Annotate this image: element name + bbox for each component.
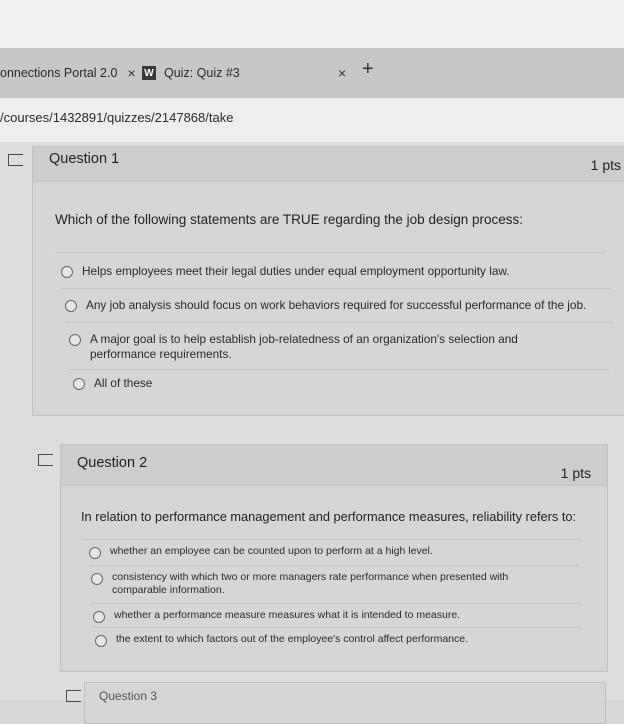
tab-quiz-close[interactable]: ×	[328, 56, 346, 90]
close-icon[interactable]: ×	[127, 65, 135, 81]
tab-quiz[interactable]: W Quiz: Quiz #3	[142, 56, 240, 90]
tab-connections-portal[interactable]: onnections Portal 2.0 ×	[0, 56, 136, 90]
new-tab-button[interactable]: +	[362, 58, 374, 81]
canvas-logo-icon: W	[142, 66, 156, 80]
answer-label: whether an employee can be counted upon …	[110, 545, 433, 557]
flag-icon[interactable]	[8, 154, 23, 166]
divider	[91, 603, 581, 604]
flag-icon[interactable]	[66, 690, 81, 702]
answer-option[interactable]: Any job analysis should focus on work be…	[65, 298, 605, 313]
radio-button[interactable]	[73, 378, 85, 390]
answer-label: Any job analysis should focus on work be…	[86, 298, 587, 312]
answer-label: consistency with which two or more manag…	[112, 571, 509, 596]
question-points: 1 pts	[590, 157, 621, 173]
answer-option[interactable]: the extent to which factors out of the e…	[95, 633, 468, 647]
answer-label: the extent to which factors out of the e…	[116, 633, 469, 645]
flag-icon[interactable]	[38, 454, 53, 466]
divider	[81, 539, 581, 540]
question-title: Question 3	[99, 689, 158, 703]
tab-label: onnections Portal 2.0	[0, 66, 118, 80]
answer-label: A major goal is to help establish job-re…	[90, 332, 518, 361]
question-text: In relation to performance management an…	[81, 509, 577, 524]
radio-button[interactable]	[95, 635, 107, 647]
radio-button[interactable]	[91, 573, 103, 585]
divider	[55, 252, 605, 253]
question-card: Question 2 1 pts In relation to performa…	[60, 444, 608, 672]
answer-label: Helps employees meet their legal duties …	[82, 264, 510, 278]
answer-option[interactable]: A major goal is to help establish job-re…	[69, 332, 569, 362]
radio-button[interactable]	[65, 300, 77, 312]
divider	[61, 288, 611, 289]
question-text: Which of the following statements are TR…	[55, 212, 523, 227]
question-card: Question 3	[84, 682, 606, 724]
question-header: Question 1 1 pts	[33, 147, 624, 182]
url-text: /courses/1432891/quizzes/2147868/take	[0, 110, 234, 125]
radio-button[interactable]	[69, 334, 81, 346]
question-header: Question 2 1 pts	[61, 445, 607, 486]
close-icon[interactable]: ×	[338, 65, 346, 81]
quiz-content: Question 1 1 pts Which of the following …	[0, 142, 624, 724]
divider	[89, 565, 579, 566]
question-card: Question 1 1 pts Which of the following …	[32, 146, 624, 416]
answer-option[interactable]: All of these	[73, 376, 152, 391]
window-top	[0, 0, 624, 48]
divider	[69, 369, 609, 370]
answer-label: All of these	[94, 376, 153, 390]
answer-option[interactable]: whether a performance measure measures w…	[93, 609, 460, 623]
question-title: Question 2	[77, 455, 148, 471]
radio-button[interactable]	[61, 266, 73, 278]
tab-strip: onnections Portal 2.0 × W Quiz: Quiz #3 …	[0, 48, 624, 98]
answer-option[interactable]: Helps employees meet their legal duties …	[61, 264, 510, 279]
answer-label: whether a performance measure measures w…	[114, 609, 461, 621]
answer-option[interactable]: consistency with which two or more manag…	[91, 571, 561, 597]
question-title: Question 1	[49, 151, 120, 167]
divider	[93, 627, 581, 628]
divider	[65, 322, 613, 323]
radio-button[interactable]	[89, 547, 101, 559]
question-points: 1 pts	[560, 465, 591, 481]
tab-label: Quiz: Quiz #3	[164, 66, 240, 80]
answer-option[interactable]: whether an employee can be counted upon …	[89, 545, 433, 559]
address-bar[interactable]: /courses/1432891/quizzes/2147868/take	[0, 98, 624, 142]
radio-button[interactable]	[93, 611, 105, 623]
